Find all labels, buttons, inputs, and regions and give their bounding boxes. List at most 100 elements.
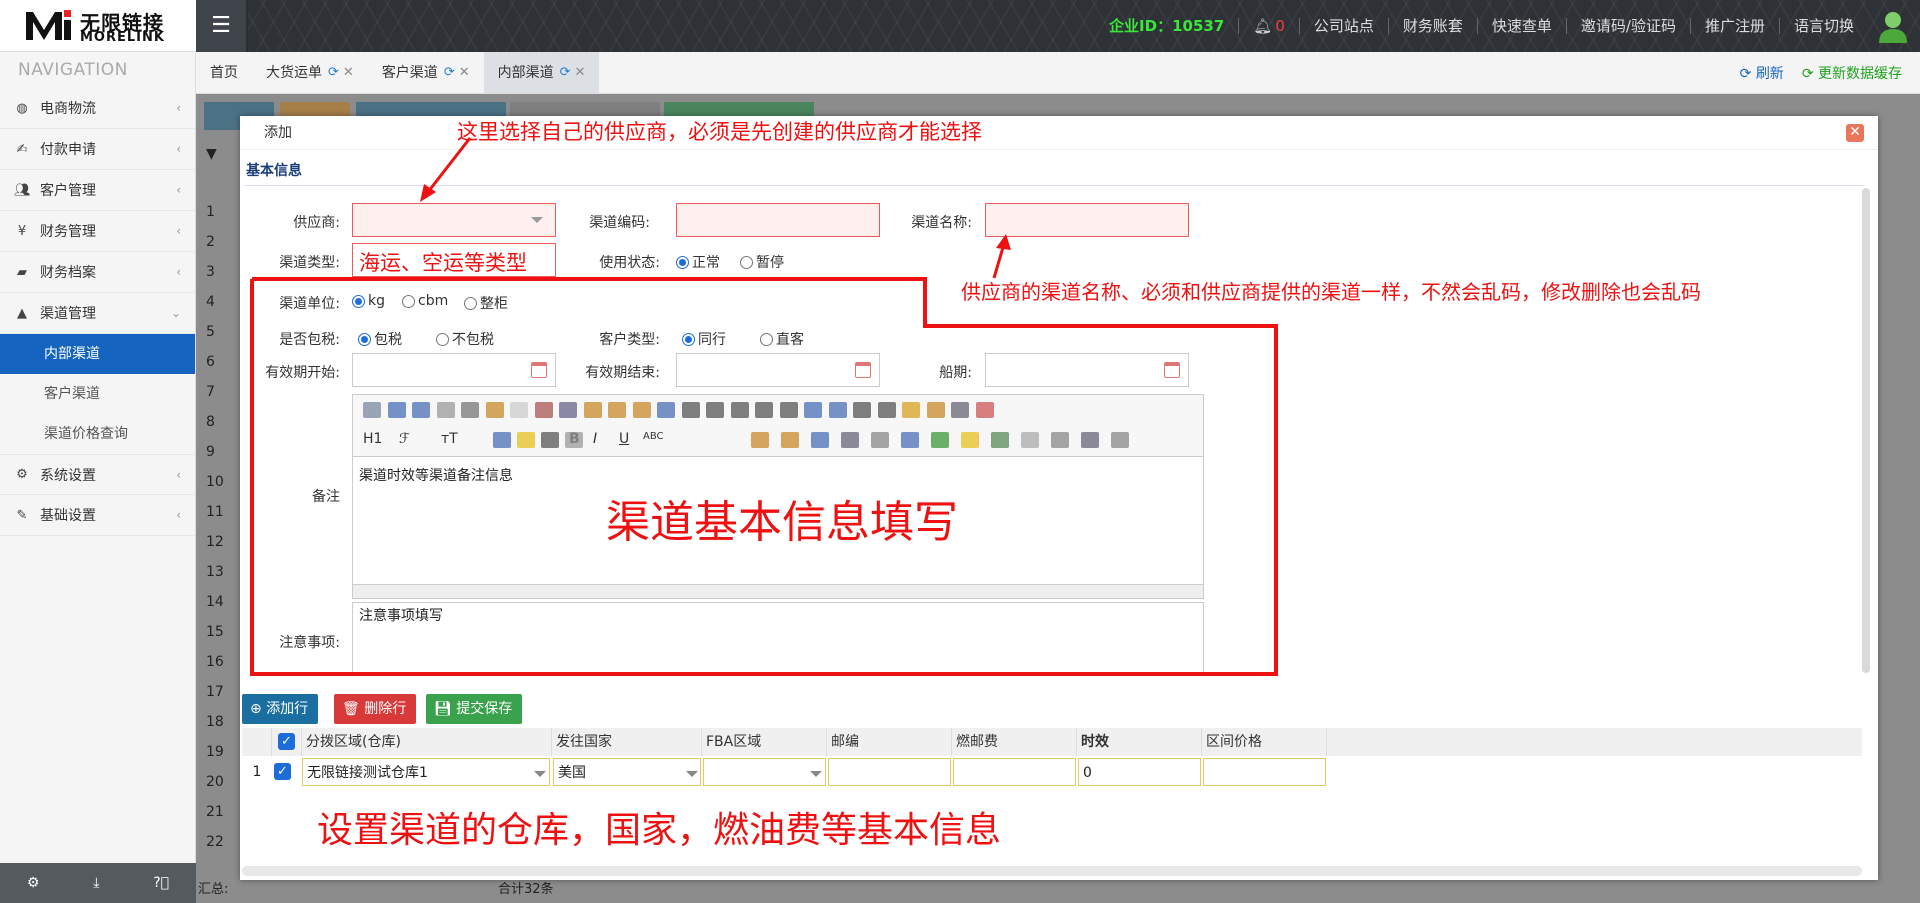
sidebar-item-customers[interactable]: 👥︎ 客户管理 ‹: [0, 170, 195, 211]
sidebar-item-finance-archive[interactable]: ▰ 财务档案 ‹: [0, 252, 195, 293]
brand-logo[interactable]: 无限链接 MORELINK: [0, 0, 196, 52]
horizontal-scrollbar[interactable]: [242, 866, 1862, 876]
supplier-select[interactable]: [352, 203, 556, 237]
use-status-label: 使用状态:: [599, 255, 660, 271]
settings-gear-icon[interactable]: ⚙: [27, 875, 40, 891]
fuel-input[interactable]: [953, 758, 1076, 786]
globe-icon: ◍: [16, 100, 28, 116]
sidebar-item-finance[interactable]: ¥ 财务管理 ‹: [0, 211, 195, 252]
grid-footer-label: 汇总:: [198, 882, 229, 897]
notification-count: 0: [1275, 17, 1285, 35]
row-number: 18: [206, 714, 224, 730]
col-time: 时效: [1077, 728, 1202, 756]
close-icon[interactable]: ✕: [459, 52, 470, 94]
notification-button[interactable]: 🔔︎ 0: [1238, 18, 1299, 34]
col-warehouse: 分拨区域(仓库): [302, 728, 552, 756]
supplier-annotation: 这里选择自己的供应商，必须是先创建的供应商才能选择: [457, 120, 982, 144]
status-paused-radio[interactable]: 暂停: [740, 252, 784, 272]
row-index: 1: [242, 758, 272, 786]
nav-language-switch[interactable]: 语言切换: [1778, 18, 1868, 34]
row-number: 13: [206, 564, 224, 580]
check-icon: ✓: [274, 763, 291, 780]
close-icon[interactable]: ✕: [575, 52, 586, 94]
close-icon[interactable]: ✕: [343, 52, 354, 94]
col-fba: FBA区域: [702, 728, 827, 756]
top-bar: 无限链接 MORELINK ☰ 企业ID：10537 🔔︎ 0 公司站点 财务账套…: [0, 0, 1920, 52]
sidebar-item-basic-settings[interactable]: ✎ 基础设置 ‹: [0, 495, 195, 536]
sidebar-item-channels[interactable]: ▲ 渠道管理 ⌄: [0, 293, 195, 334]
header-checkbox[interactable]: ✓: [272, 728, 302, 756]
nav-promo-register[interactable]: 推广注册: [1689, 18, 1779, 34]
chevron-left-icon: ‹: [176, 508, 181, 522]
trash-icon: 🗑︎: [342, 701, 365, 717]
row-checkbox[interactable]: ✓: [272, 758, 302, 786]
col-country: 发往国家: [552, 728, 702, 756]
row-number: 15: [206, 624, 224, 640]
download-icon[interactable]: ⤓: [93, 875, 99, 891]
nav-quick-search[interactable]: 快速查单: [1476, 18, 1566, 34]
chevron-down-icon: [534, 771, 546, 777]
tab-home[interactable]: 首页: [196, 52, 252, 93]
row-number: 22: [206, 834, 224, 850]
close-icon[interactable]: ✕: [1846, 124, 1864, 142]
row-number: 5: [206, 324, 215, 340]
refresh-icon[interactable]: ⟳: [444, 52, 455, 94]
update-cache-button[interactable]: ⟳ 更新数据缓存: [1802, 63, 1902, 83]
price-input[interactable]: [1203, 758, 1326, 786]
sidebar-item-internal-channel[interactable]: 内部渠道: [0, 334, 195, 374]
row-number: 21: [206, 804, 224, 820]
time-input[interactable]: 0: [1078, 758, 1201, 786]
status-normal-radio[interactable]: 正常: [676, 252, 720, 272]
save-icon: 💾︎: [434, 701, 457, 717]
sidebar-item-system-settings[interactable]: ⚙ 系统设置 ‹: [0, 454, 195, 495]
chevron-left-icon: ‹: [176, 142, 181, 156]
channel-type-input[interactable]: 海运、空运等类型: [352, 243, 556, 277]
country-select[interactable]: 美国: [553, 758, 701, 786]
warehouse-select[interactable]: 无限链接测试仓库1: [302, 758, 550, 786]
menu-toggle-button[interactable]: ☰: [196, 0, 246, 52]
chevron-down-icon: [686, 771, 698, 777]
row-number: 16: [206, 654, 224, 670]
user-avatar-icon[interactable]: [1878, 9, 1908, 43]
nav-company-site[interactable]: 公司站点: [1298, 18, 1388, 34]
channel-code-input[interactable]: [676, 203, 880, 237]
payment-icon: ✍: [16, 141, 28, 157]
nav-invite-code[interactable]: 邀请码/验证码: [1565, 18, 1690, 34]
refresh-icon[interactable]: ⟳: [560, 52, 571, 94]
row-number: 1: [206, 204, 215, 220]
add-row-button[interactable]: ⊕ 添加行: [242, 694, 319, 724]
delete-row-button[interactable]: 🗑︎ 删除行: [334, 694, 417, 724]
sidebar-item-ecommerce[interactable]: ◍ 电商物流 ‹: [0, 88, 195, 129]
refresh-icon[interactable]: ⟳: [328, 52, 339, 94]
tab-internal-channel[interactable]: 内部渠道 ⟳ ✕: [483, 52, 600, 94]
users-icon: 👥︎: [14, 182, 31, 198]
help-icon[interactable]: ?⃝: [153, 875, 169, 891]
row-number: 11: [206, 504, 224, 520]
chevron-left-icon: ‹: [176, 467, 181, 482]
sidebar-item-payment[interactable]: ✍ 付款申请 ‹: [0, 129, 195, 170]
channel-name-input[interactable]: [985, 203, 1189, 237]
channel-type-label: 渠道类型:: [279, 255, 340, 271]
chevron-down-icon: [531, 217, 543, 223]
refresh-button[interactable]: ⟳ 刷新: [1740, 63, 1784, 83]
chevron-left-icon: ‹: [176, 101, 181, 115]
zip-input[interactable]: [828, 758, 951, 786]
submit-save-button[interactable]: 💾︎ 提交保存: [426, 694, 523, 724]
sidebar-item-channel-price[interactable]: 渠道价格查询: [0, 414, 195, 454]
row-number: 14: [206, 594, 224, 610]
channel-name-label: 渠道名称:: [911, 215, 972, 231]
plus-circle-icon: ⊕: [250, 701, 267, 717]
sidebar-item-customer-channel[interactable]: 客户渠道: [0, 374, 195, 414]
chevron-left-icon: ‹: [176, 183, 181, 197]
nav-finance-books[interactable]: 财务账套: [1387, 18, 1477, 34]
fba-select[interactable]: [703, 758, 826, 786]
top-nav: 企业ID：10537 🔔︎ 0 公司站点 财务账套 快速查单 邀请码/验证码 推广…: [1095, 0, 1920, 52]
chevron-down-icon: [810, 771, 822, 777]
edit-icon: ✎: [16, 507, 28, 523]
basic-info-annotation: 渠道基本信息填写: [606, 497, 958, 548]
col-price: 区间价格: [1202, 728, 1327, 756]
vertical-scrollbar[interactable]: [1862, 188, 1870, 673]
tab-bulk-waybill[interactable]: 大货运单 ⟳ ✕: [252, 52, 368, 93]
road-icon: ▲: [17, 305, 27, 321]
tab-customer-channel[interactable]: 客户渠道 ⟳ ✕: [368, 52, 484, 93]
